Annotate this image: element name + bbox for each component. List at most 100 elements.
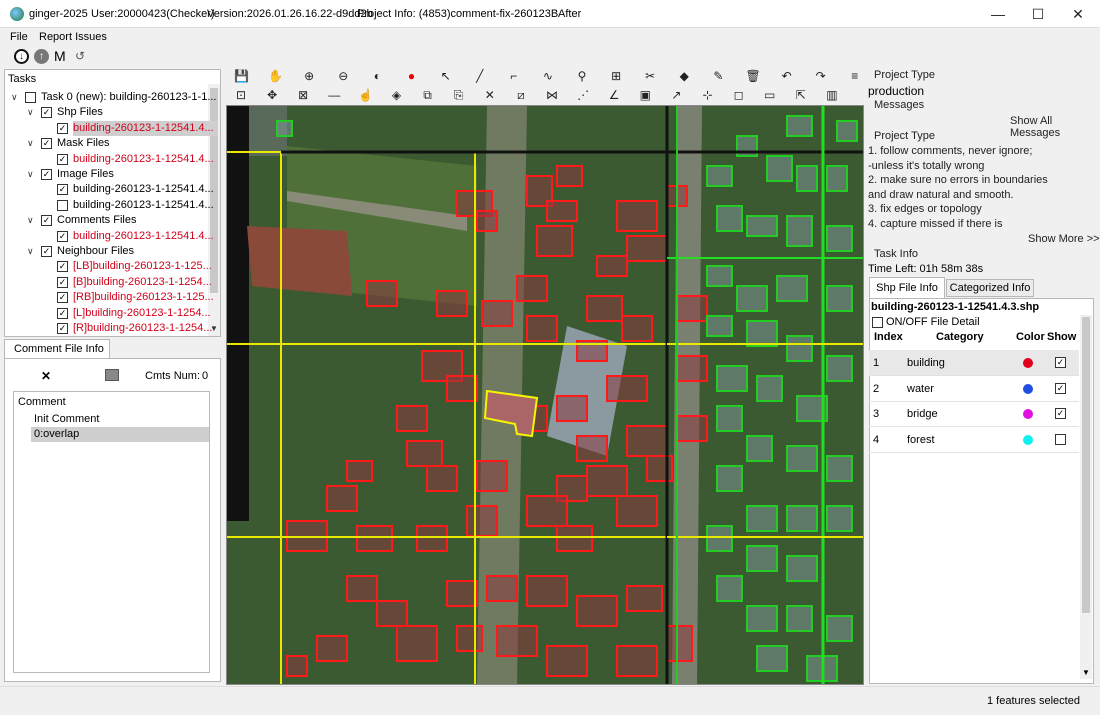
neighbour-polygon[interactable] — [826, 225, 853, 252]
neighbour-polygon[interactable] — [276, 120, 293, 137]
undo-icon[interactable]: ↶ — [780, 69, 794, 83]
square-icon[interactable]: ◻ — [732, 88, 746, 102]
row-color-swatch[interactable] — [1023, 409, 1033, 420]
tree-checkbox[interactable]: ✓ — [57, 307, 68, 319]
table-scroll-thumb[interactable] — [1082, 317, 1090, 613]
record-icon[interactable]: ● — [405, 69, 419, 83]
download-icon[interactable]: ↓ — [14, 49, 29, 64]
tree-label[interactable]: Comments Files — [57, 213, 136, 228]
building-polygon[interactable] — [406, 440, 443, 467]
tree-file-node[interactable]: ✓ [B]building-260123-1-1254... — [5, 275, 212, 290]
tree-file-node[interactable]: ✓ building-260123-1-12541.4... — [5, 152, 214, 167]
upload-icon[interactable]: ↑ — [34, 49, 49, 64]
reshape-icon[interactable]: ⋰ — [576, 88, 590, 102]
building-polygon[interactable] — [486, 575, 518, 602]
tree-label[interactable]: building-260123-1-12541.4... — [73, 198, 214, 213]
building-polygon[interactable] — [556, 525, 593, 552]
neighbour-polygon[interactable] — [716, 575, 743, 602]
neighbour-polygon[interactable] — [826, 615, 853, 642]
expand-chevron-icon[interactable]: ∨ — [27, 244, 36, 259]
neighbour-polygon[interactable] — [706, 165, 733, 187]
tree-checkbox[interactable]: ✓ — [41, 215, 52, 227]
map-canvas[interactable] — [226, 105, 864, 685]
tree-label[interactable]: building-260123-1-12541.4... — [73, 120, 218, 136]
building-polygon[interactable] — [426, 465, 458, 492]
tree-checkbox[interactable]: ✓ — [57, 292, 68, 304]
neighbour-polygon[interactable] — [786, 555, 818, 582]
building-polygon[interactable] — [536, 225, 573, 257]
tab-shp-file-info[interactable]: Shp File Info — [869, 277, 945, 298]
building-polygon[interactable] — [626, 585, 663, 612]
neighbour-polygon[interactable] — [746, 320, 778, 347]
tree-task-node[interactable]: ∨ Task 0 (new): building-260123-1-1... — [5, 90, 216, 105]
tree-folder-node[interactable]: ∨ ✓ Mask Files — [5, 136, 207, 151]
delete-icon[interactable]: 🗑 — [746, 69, 761, 83]
building-polygon[interactable] — [556, 395, 588, 422]
table-row[interactable]: 4 forest — [869, 427, 1079, 454]
building-polygon[interactable] — [676, 295, 708, 322]
tree-checkbox[interactable] — [25, 92, 36, 103]
tree-checkbox[interactable]: ✓ — [41, 107, 52, 119]
tree-checkbox[interactable] — [57, 199, 68, 211]
building-polygon[interactable] — [396, 405, 428, 432]
neighbour-polygon[interactable] — [786, 215, 813, 247]
building-polygon[interactable] — [396, 625, 438, 662]
tree-label[interactable]: building-260123-1-12541.4... — [73, 182, 214, 197]
expand-chevron-icon[interactable]: ∨ — [27, 213, 36, 228]
cross-icon[interactable]: ✕ — [483, 88, 497, 102]
building-polygon[interactable] — [586, 295, 623, 322]
panel-icon[interactable]: ▥ — [825, 88, 839, 102]
neighbour-polygon[interactable] — [746, 545, 778, 572]
neighbour-polygon[interactable] — [746, 605, 778, 632]
save-icon[interactable]: 💾 — [234, 69, 249, 83]
row-color-swatch[interactable] — [1023, 358, 1033, 368]
tree-label[interactable]: [B]building-260123-1-1254... — [73, 275, 212, 290]
row-show-checkbox[interactable] — [1055, 434, 1066, 446]
tree-folder-node[interactable]: ∨ ✓ Image Files — [5, 167, 207, 182]
building-polygon[interactable] — [346, 460, 373, 482]
row-color-swatch[interactable] — [1023, 383, 1033, 394]
building-polygon[interactable] — [446, 375, 478, 402]
refresh-icon[interactable]: ↺ — [75, 49, 85, 63]
building-polygon[interactable] — [496, 625, 538, 657]
close-window-button[interactable]: ✕ — [1058, 0, 1098, 28]
tree-file-node[interactable]: building-260123-1-12541.4... — [5, 198, 214, 213]
tree-checkbox[interactable]: ✓ — [57, 276, 68, 288]
satellite-map[interactable] — [227, 106, 864, 685]
building-polygon[interactable] — [676, 355, 708, 382]
tree-label[interactable]: Task 0 (new): building-260123-1-1... — [41, 90, 216, 105]
neighbour-polygon[interactable] — [826, 505, 853, 532]
tab-comment-file-info[interactable]: Comment File Info — [4, 339, 110, 359]
tree-checkbox[interactable]: ✓ — [41, 246, 52, 257]
split-icon[interactable]: ⧄ — [514, 88, 528, 102]
row-show-checkbox[interactable]: ✓ — [1055, 382, 1066, 394]
tree-file-node[interactable]: ✓ [LB]building-260123-1-125... — [5, 259, 212, 274]
vertex-icon[interactable]: ⊠ — [296, 88, 310, 102]
neighbour-polygon[interactable] — [826, 455, 853, 482]
neighbour-polygon[interactable] — [746, 435, 773, 462]
tree-checkbox[interactable]: ✓ — [57, 323, 68, 334]
measure-icon[interactable]: ⊞ — [609, 69, 623, 83]
neighbour-polygon[interactable] — [826, 285, 853, 312]
building-polygon[interactable] — [626, 425, 668, 457]
draw-polyline-icon[interactable]: ⌐ — [507, 69, 521, 83]
tree-file-node[interactable]: ✓ [L]building-260123-1-1254... — [5, 306, 211, 321]
merge-icon[interactable]: ⋈ — [545, 88, 559, 102]
tree-file-node[interactable]: ✓ [RB]building-260123-1-125... — [5, 290, 214, 305]
building-polygon[interactable] — [436, 290, 468, 317]
tree-checkbox[interactable]: ✓ — [41, 169, 52, 180]
building-polygon[interactable] — [556, 165, 583, 187]
zoom-out-icon[interactable]: ⊖ — [336, 69, 350, 83]
frame-icon[interactable]: ▣ — [638, 88, 652, 102]
table-row[interactable]: 1 building ✓ — [869, 350, 1079, 376]
row-show-checkbox[interactable]: ✓ — [1055, 408, 1066, 420]
building-polygon[interactable] — [616, 645, 658, 677]
building-polygon[interactable] — [356, 525, 393, 552]
show-more-link[interactable]: Show More >> — [1028, 233, 1100, 245]
cut-icon[interactable]: ✂ — [643, 69, 657, 83]
building-polygon[interactable] — [526, 315, 558, 342]
add-vertex-icon[interactable]: ⊹ — [701, 88, 715, 102]
hand-icon[interactable]: ☝ — [358, 88, 373, 102]
building-polygon[interactable] — [376, 600, 408, 627]
neighbour-polygon[interactable] — [776, 275, 808, 302]
